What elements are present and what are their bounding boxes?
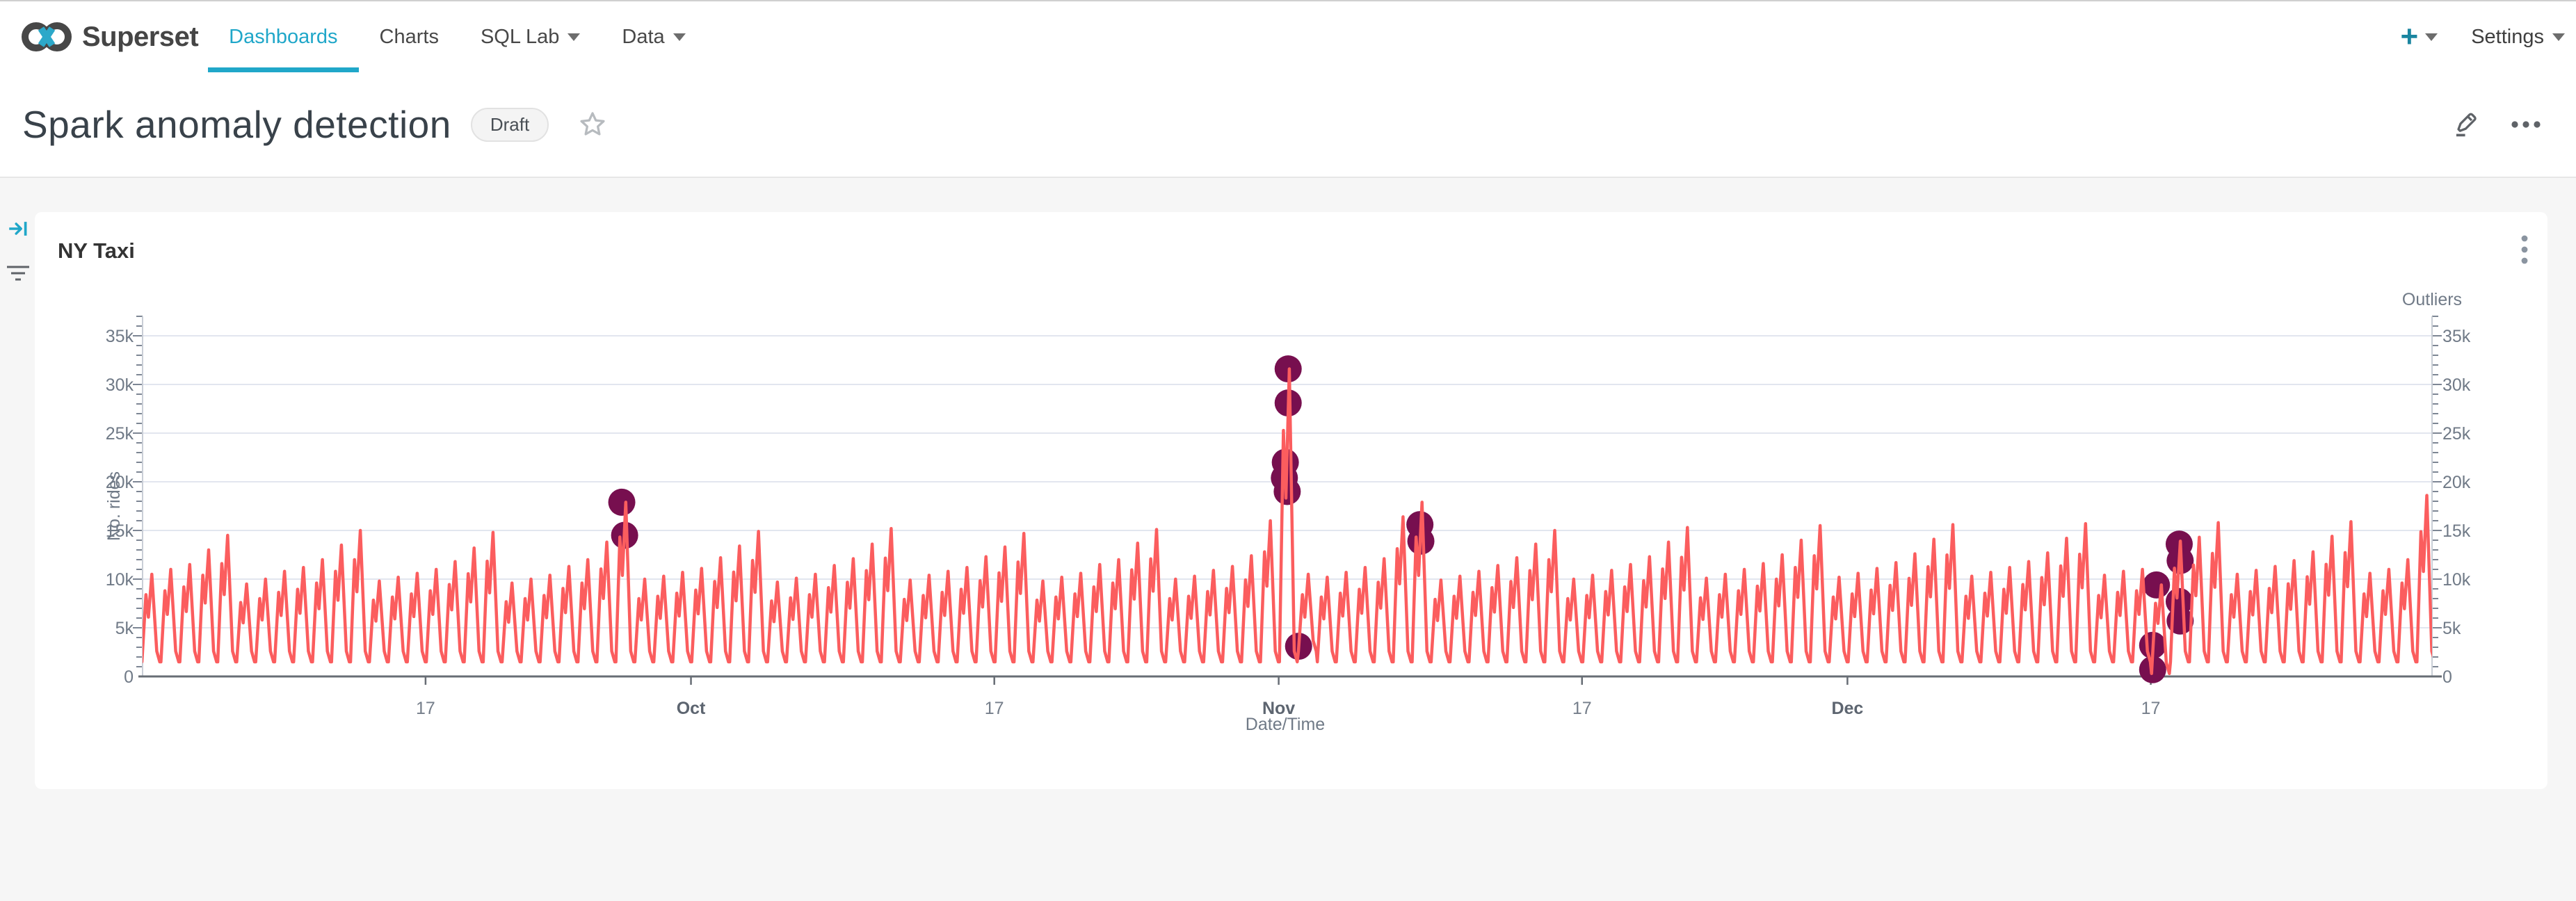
settings-menu[interactable]: Settings: [2471, 26, 2565, 49]
chevron-down-icon: [567, 33, 580, 41]
nav-right: + Settings: [2401, 1, 2576, 72]
svg-text:Outliers: Outliers: [2402, 290, 2462, 309]
new-item-button[interactable]: +: [2401, 22, 2438, 52]
nav-dashboards-label: Dashboards: [229, 26, 337, 49]
svg-text:15k: 15k: [2442, 521, 2471, 541]
svg-text:Date/Time: Date/Time: [1246, 715, 1325, 734]
svg-text:17: 17: [2141, 699, 2161, 718]
filter-rail: [6, 217, 31, 285]
chevron-down-icon: [2552, 33, 2565, 41]
top-nav: Superset Dashboards Charts SQL Lab Data …: [0, 0, 2576, 72]
nav-data[interactable]: Data: [601, 1, 706, 72]
dashboard-header: Spark anomaly detection Draft: [0, 72, 2576, 178]
main-menu: Dashboards Charts SQL Lab Data: [208, 1, 706, 72]
favorite-star-icon[interactable]: [577, 108, 609, 140]
edit-dashboard-icon[interactable]: [2448, 109, 2479, 140]
nav-charts-label: Charts: [380, 26, 439, 49]
chart-card: 005k5k10k10k15k15k20k20k25k25k30k30k35k3…: [35, 212, 2547, 789]
expand-filter-bar-icon[interactable]: [6, 217, 30, 241]
nav-dashboards[interactable]: Dashboards: [208, 1, 358, 72]
chart-title: NY Taxi: [58, 238, 135, 263]
svg-text:35k: 35k: [106, 327, 134, 346]
svg-text:0: 0: [124, 667, 134, 687]
dashboard-actions: [2448, 109, 2554, 140]
more-actions-icon[interactable]: [2509, 109, 2543, 140]
brand-name: Superset: [82, 22, 198, 53]
status-badge: Draft: [471, 108, 549, 142]
svg-text:17: 17: [1572, 699, 1592, 718]
chevron-down-icon: [2425, 33, 2438, 41]
svg-text:25k: 25k: [106, 424, 134, 444]
svg-text:Oct: Oct: [677, 699, 706, 718]
svg-text:25k: 25k: [2442, 424, 2471, 444]
nav-sql-lab-label: SQL Lab: [481, 26, 559, 49]
svg-text:Dec: Dec: [1831, 699, 1863, 718]
svg-text:0: 0: [2442, 667, 2452, 687]
svg-text:5k: 5k: [115, 619, 134, 638]
page-title: Spark anomaly detection: [22, 102, 451, 147]
svg-text:10k: 10k: [106, 570, 134, 590]
nav-charts[interactable]: Charts: [359, 1, 460, 72]
settings-label: Settings: [2471, 26, 2544, 49]
nav-data-label: Data: [622, 26, 664, 49]
filter-icon[interactable]: [6, 264, 31, 285]
svg-text:10k: 10k: [2442, 570, 2471, 590]
plus-icon: +: [2401, 22, 2419, 52]
nav-sql-lab[interactable]: SQL Lab: [460, 1, 601, 72]
superset-infinity-icon: [18, 19, 75, 54]
svg-text:35k: 35k: [2442, 327, 2471, 346]
svg-text:No. rides: No. rides: [104, 471, 124, 541]
svg-text:17: 17: [985, 699, 1004, 718]
svg-text:30k: 30k: [106, 375, 134, 395]
svg-text:17: 17: [416, 699, 435, 718]
ny-taxi-timeseries-chart[interactable]: 005k5k10k10k15k15k20k20k25k25k30k30k35k3…: [35, 212, 2547, 789]
superset-logo[interactable]: Superset: [18, 1, 198, 72]
chart-kebab-menu-icon[interactable]: [2520, 233, 2529, 268]
svg-text:30k: 30k: [2442, 375, 2471, 395]
svg-text:20k: 20k: [2442, 473, 2471, 492]
chevron-down-icon: [673, 33, 686, 41]
svg-text:5k: 5k: [2442, 619, 2461, 638]
